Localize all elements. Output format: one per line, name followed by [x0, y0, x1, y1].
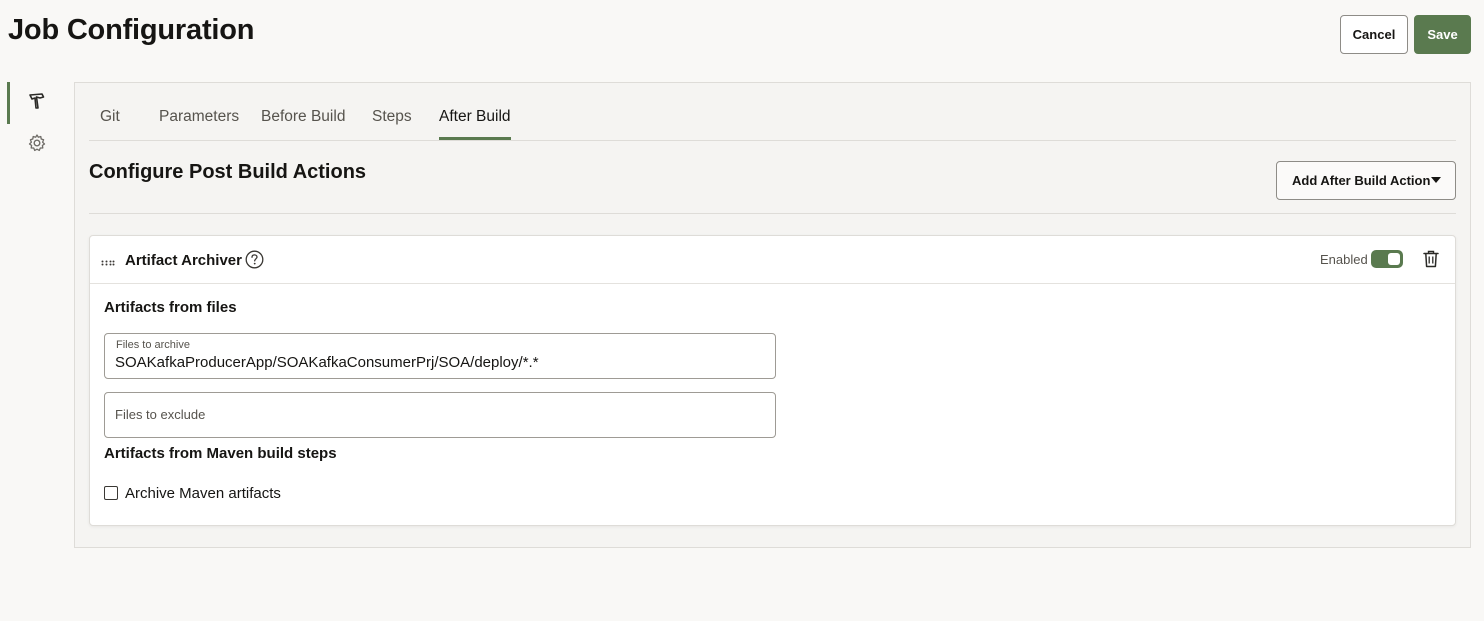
- files-to-archive-input[interactable]: [115, 354, 755, 371]
- enabled-toggle[interactable]: [1371, 250, 1403, 268]
- add-after-build-action-dropdown[interactable]: Add After Build Action: [1276, 161, 1456, 200]
- toggle-knob: [1388, 253, 1400, 265]
- card-title: Artifact Archiver: [125, 252, 242, 269]
- files-to-exclude-field[interactable]: [104, 392, 776, 438]
- gear-icon: [27, 133, 47, 158]
- side-nav-item-settings[interactable]: [7, 124, 57, 166]
- config-panel: Git Parameters Before Build Steps After …: [74, 82, 1471, 548]
- card-header: Artifact Archiver Enabled: [90, 236, 1455, 284]
- archive-maven-checkbox[interactable]: [104, 486, 118, 500]
- tab-after-build[interactable]: After Build: [439, 108, 511, 140]
- hammer-icon: [27, 91, 47, 116]
- help-icon[interactable]: [245, 250, 264, 274]
- trash-icon[interactable]: [1423, 250, 1439, 273]
- tab-bar: Git Parameters Before Build Steps After …: [89, 83, 1456, 141]
- tab-parameters[interactable]: Parameters: [159, 108, 239, 140]
- files-heading: Artifacts from files: [104, 299, 237, 316]
- side-nav-item-build[interactable]: [7, 82, 57, 124]
- files-to-exclude-input[interactable]: [115, 407, 755, 422]
- tab-git[interactable]: Git: [100, 108, 120, 140]
- section-divider: [89, 213, 1456, 214]
- artifact-archiver-card: Artifact Archiver Enabled Artifacts from…: [89, 235, 1456, 526]
- save-button[interactable]: Save: [1414, 15, 1471, 54]
- files-to-archive-label: Files to archive: [116, 339, 190, 351]
- tab-before-build[interactable]: Before Build: [261, 108, 345, 140]
- files-to-archive-field[interactable]: Files to archive: [104, 333, 776, 379]
- section-title: Configure Post Build Actions: [89, 161, 367, 183]
- caret-down-icon: [1431, 177, 1441, 183]
- enabled-label: Enabled: [1320, 252, 1368, 267]
- tab-steps[interactable]: Steps: [372, 108, 412, 140]
- page-title: Job Configuration: [8, 14, 255, 46]
- archive-maven-label[interactable]: Archive Maven artifacts: [125, 485, 281, 502]
- drag-handle-icon[interactable]: [101, 253, 115, 271]
- maven-heading: Artifacts from Maven build steps: [104, 445, 337, 462]
- side-nav: [7, 82, 57, 166]
- cancel-button[interactable]: Cancel: [1340, 15, 1408, 54]
- add-action-label: Add After Build Action: [1292, 173, 1431, 188]
